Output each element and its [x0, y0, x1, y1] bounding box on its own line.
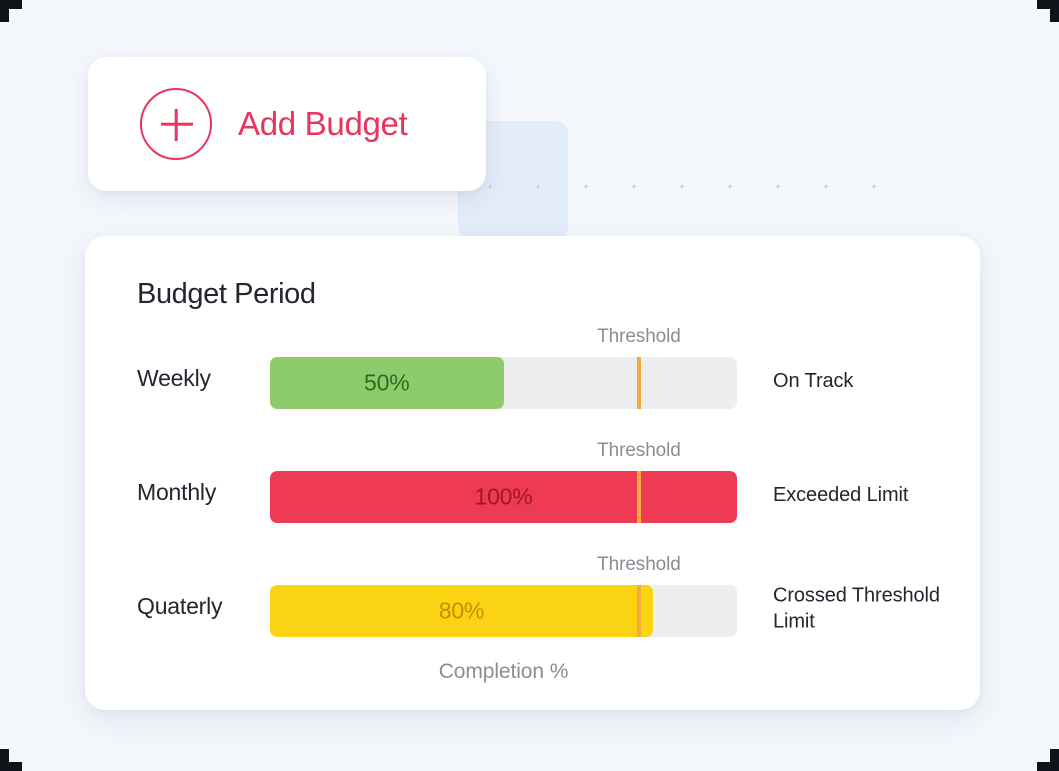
status-label: Exceeded Limit [773, 482, 963, 508]
add-budget-button[interactable]: Add Budget [88, 57, 486, 191]
budget-period-label: Weekly [137, 365, 211, 392]
budget-rows: Weekly50%ThresholdOn TrackMonthly100%Thr… [85, 324, 980, 666]
threshold-marker [637, 357, 641, 409]
threshold-label: Threshold [597, 440, 681, 462]
progress-bar[interactable]: 50%Threshold [270, 357, 737, 409]
progress-track [270, 585, 737, 637]
crop-mark-bottom-right [1037, 749, 1059, 771]
status-label: On Track [773, 368, 963, 394]
budget-period-card: Budget Period Weekly50%ThresholdOn Track… [85, 236, 980, 710]
budget-row: Monthly100%ThresholdExceeded Limit [85, 438, 980, 552]
crop-mark-top-right [1037, 0, 1059, 22]
threshold-label: Threshold [597, 326, 681, 348]
add-budget-label: Add Budget [238, 105, 407, 143]
x-axis-label: Completion % [270, 660, 737, 684]
progress-track [270, 357, 737, 409]
crop-mark-bottom-left [0, 749, 22, 771]
page-title: Budget Period [137, 278, 316, 311]
progress-bar[interactable]: 100%Threshold [270, 471, 737, 523]
threshold-marker [637, 471, 641, 523]
budget-row: Quaterly80%ThresholdCrossed Threshold Li… [85, 552, 980, 666]
status-label: Crossed Threshold Limit [773, 583, 963, 636]
budget-period-label: Monthly [137, 479, 216, 506]
progress-bar[interactable]: 80%Threshold [270, 585, 737, 637]
budget-period-label: Quaterly [137, 593, 222, 620]
progress-value-label: 80% [439, 598, 484, 625]
plus-circle-icon [140, 88, 212, 160]
budget-row: Weekly50%ThresholdOn Track [85, 324, 980, 438]
progress-value-label: 100% [474, 484, 532, 511]
threshold-marker [637, 585, 641, 637]
crop-mark-top-left [0, 0, 22, 22]
threshold-label: Threshold [597, 554, 681, 576]
progress-value-label: 50% [364, 370, 409, 397]
